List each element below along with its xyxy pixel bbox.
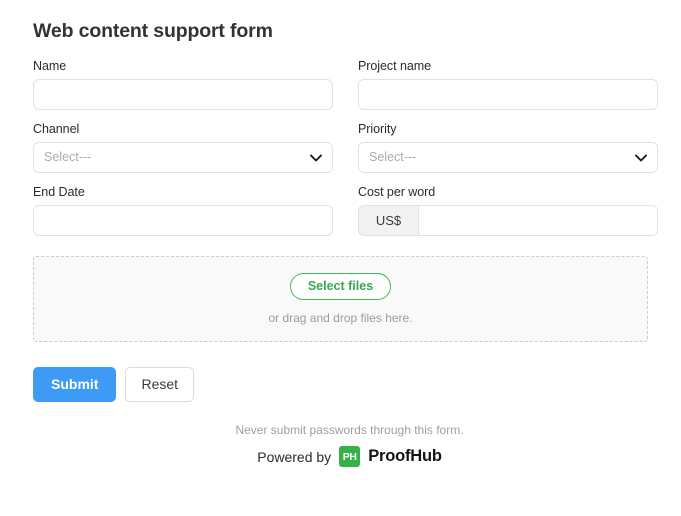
powered-by-block: Powered by PH ProofHub — [33, 446, 666, 467]
cost-per-word-group: US$ — [358, 205, 658, 236]
field-priority: Priority Select--- — [358, 121, 658, 173]
channel-select-wrapper: Select--- — [33, 142, 333, 173]
form-fields-grid: Name Project name Channel Select--- Prio… — [24, 58, 658, 247]
reset-button[interactable]: Reset — [125, 367, 195, 402]
field-end-date: End Date — [33, 184, 333, 236]
priority-select-wrapper: Select--- — [358, 142, 658, 173]
field-channel: Channel Select--- — [33, 121, 333, 173]
project-name-input[interactable] — [358, 79, 658, 110]
field-label-cost-per-word: Cost per word — [358, 185, 436, 199]
channel-select[interactable]: Select--- — [33, 142, 333, 173]
field-label-name: Name — [33, 59, 67, 73]
end-date-input[interactable] — [33, 205, 333, 236]
field-label-channel: Channel — [33, 122, 80, 136]
field-name: Name — [33, 58, 333, 110]
dropzone-hint: or drag and drop files here. — [268, 311, 413, 325]
proofhub-brand-name: ProofHub — [368, 447, 442, 465]
form-actions: Submit Reset — [33, 367, 657, 402]
field-cost-per-word: Cost per word US$ — [358, 184, 658, 236]
file-dropzone[interactable]: Select files or drag and drop files here… — [33, 256, 648, 342]
field-label-project-name: Project name — [358, 59, 432, 73]
currency-addon: US$ — [358, 205, 418, 236]
field-label-priority: Priority — [358, 122, 397, 136]
name-input[interactable] — [33, 79, 333, 110]
field-project-name: Project name — [358, 58, 658, 110]
cost-per-word-input[interactable] — [418, 205, 658, 236]
select-files-button[interactable]: Select files — [289, 273, 392, 300]
form-footer: Never submit passwords through this form… — [33, 422, 666, 467]
support-form-page: Web content support form Name Project na… — [0, 0, 681, 516]
field-label-end-date: End Date — [33, 185, 85, 199]
priority-select[interactable]: Select--- — [358, 142, 658, 173]
page-title: Web content support form — [33, 20, 273, 42]
submit-button[interactable]: Submit — [33, 367, 117, 402]
proofhub-logo-icon: PH — [339, 446, 361, 467]
password-warning: Never submit passwords through this form… — [235, 423, 464, 437]
powered-by-label: Powered by — [257, 448, 332, 465]
